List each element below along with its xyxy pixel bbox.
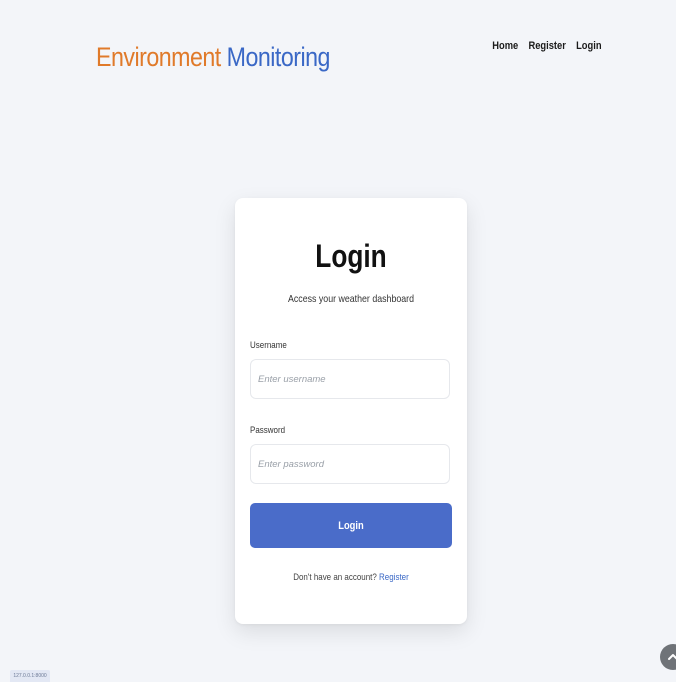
- nav-link-register[interactable]: Register: [529, 40, 566, 52]
- page: Environment Monitoring Home Register Log…: [0, 0, 676, 682]
- login-button[interactable]: Login: [250, 503, 452, 548]
- nav-link-login[interactable]: Login: [577, 40, 602, 52]
- password-input[interactable]: [250, 444, 450, 484]
- status-url-tag: 127.0.0.1:8000: [10, 670, 50, 682]
- brand-logo[interactable]: Environment Monitoring: [96, 42, 330, 73]
- top-nav: Home Register Login: [493, 40, 602, 52]
- login-subtitle: Access your weather dashboard: [288, 293, 414, 305]
- register-prompt: Don't have an account? Register: [254, 572, 449, 583]
- password-label: Password: [250, 425, 286, 436]
- chevron-up-icon: [668, 654, 676, 660]
- brand-word-monitoring: Monitoring: [226, 42, 331, 72]
- register-link[interactable]: Register: [379, 572, 409, 583]
- username-input[interactable]: [250, 359, 450, 399]
- login-card: Login Access your weather dashboard User…: [235, 198, 467, 624]
- login-button-label: Login: [338, 519, 364, 532]
- username-label: Username: [250, 340, 287, 351]
- nav-link-home[interactable]: Home: [493, 40, 519, 52]
- scroll-to-top-button[interactable]: [660, 644, 676, 670]
- register-prompt-text: Don't have an account?: [293, 572, 377, 583]
- login-title: Login: [315, 238, 387, 274]
- brand-word-environment: Environment: [96, 42, 221, 72]
